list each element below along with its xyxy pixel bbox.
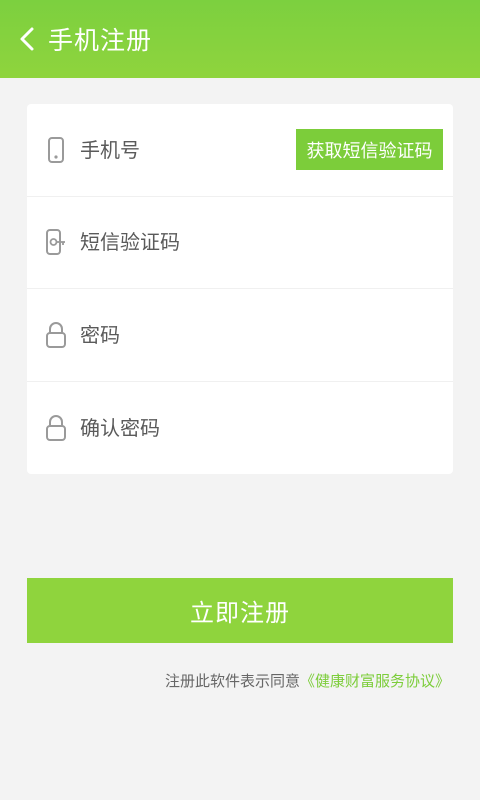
lock-icon bbox=[35, 413, 77, 443]
phone-row: 获取短信验证码 bbox=[27, 104, 453, 197]
back-button[interactable] bbox=[6, 0, 48, 78]
get-sms-code-button[interactable]: 获取短信验证码 bbox=[296, 129, 443, 170]
register-button[interactable]: 立即注册 bbox=[27, 578, 453, 643]
phone-icon bbox=[35, 135, 77, 165]
confirm-password-input[interactable] bbox=[80, 415, 453, 440]
sms-code-input[interactable] bbox=[80, 230, 453, 255]
lock-icon bbox=[35, 320, 77, 350]
phone-key-icon bbox=[35, 227, 77, 257]
password-row bbox=[27, 289, 453, 382]
password-input[interactable] bbox=[80, 322, 453, 347]
page-title: 手机注册 bbox=[48, 26, 153, 55]
agreement-text: 注册此软件表示同意 bbox=[164, 672, 300, 690]
agreement-notice: 注册此软件表示同意《健康财富服务协议》 bbox=[165, 670, 450, 691]
registration-form: 获取短信验证码 bbox=[27, 104, 453, 474]
chevron-left-icon bbox=[20, 27, 34, 51]
sms-code-row bbox=[27, 197, 453, 289]
agreement-link[interactable]: 《健康财富服务协议》 bbox=[300, 672, 450, 690]
confirm-password-row bbox=[27, 382, 453, 475]
app-header: 手机注册 bbox=[0, 0, 480, 78]
